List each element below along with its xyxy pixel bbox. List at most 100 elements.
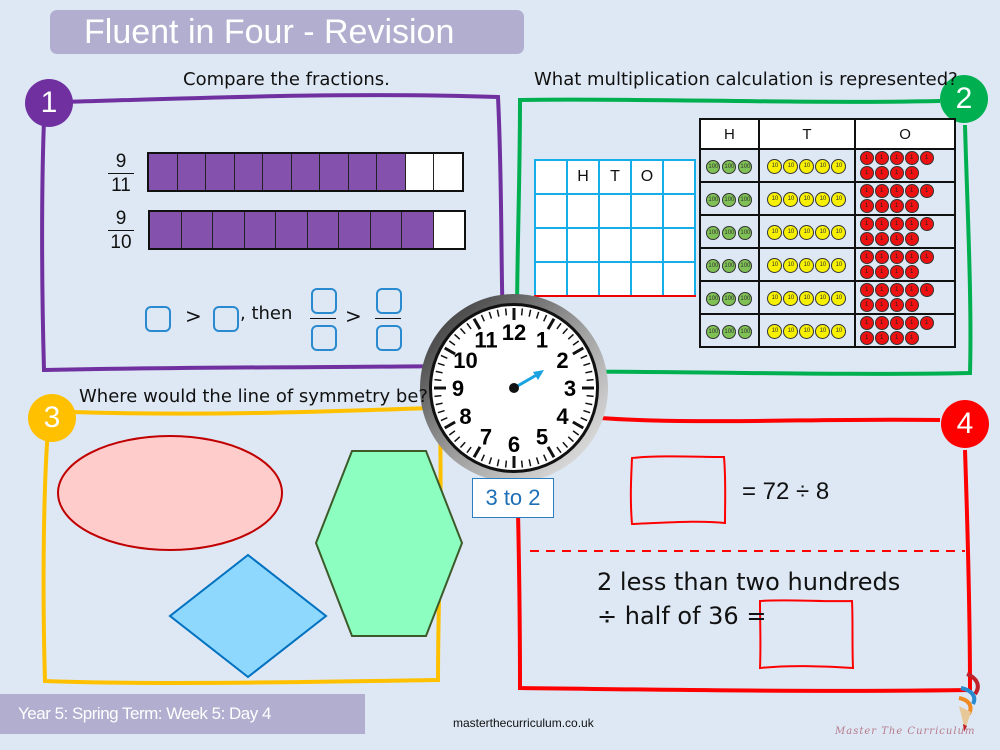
ten-counter: 10 [831,159,847,174]
tens-cell: 10 10 10 10 10 [757,313,857,348]
hundreds-cell: 100 100 100 [699,313,760,348]
fraction-1: 9 11 [108,151,134,196]
fraction-bar-model-1 [147,152,464,192]
greater-than-symbol-1: > [185,304,202,328]
q1-prompt: Compare the fractions. [183,69,390,90]
one-counter: 1 [889,166,904,180]
one-counter: 1 [889,331,904,345]
fraction-1-numerator: 9 [115,151,127,172]
hundreds-cell: 100 100 100 [699,148,760,183]
grid-cell[interactable] [662,227,696,263]
header-hundreds: H [699,118,760,150]
website-link[interactable]: masterthecurriculum.co.uk [453,716,594,730]
tens-cell: 10 10 10 10 10 [757,181,857,216]
blank-grid-answer-row [534,261,696,297]
grid-cell[interactable] [662,193,696,229]
hundred-counter: 100 [738,159,753,174]
hundreds-cell: 100 100 100 [699,247,760,282]
header-tens: T [757,118,857,150]
q3-number-badge: 3 [28,394,76,442]
hundred-counter: 100 [738,225,753,240]
place-value-row: 100 100 100 10 10 10 10 10 1 1 1 1 1 1 1 1 1 [699,313,956,348]
pencil-logo-icon [958,672,980,732]
shaded-part [291,154,321,190]
one-counter: 1 [874,184,889,198]
one-counter: 1 [889,199,904,213]
blank-grid-header [662,159,696,195]
q1-answer-box-a[interactable] [145,306,171,332]
grid-cell[interactable] [630,227,664,263]
one-counter: 1 [859,250,874,264]
tens-cell: 10 10 10 10 10 [757,280,857,315]
grid-cell[interactable] [598,261,632,297]
q1-denominator-box-b[interactable] [376,325,402,351]
fraction-2-numerator: 9 [115,208,127,229]
grid-cell[interactable] [534,227,568,263]
one-counter: 1 [904,184,919,198]
hundred-counter: 100 [706,291,721,306]
one-counter: 1 [859,232,874,246]
q1-answer-box-b[interactable] [213,306,239,332]
fraction-bar-model-2 [148,210,466,250]
grid-cell[interactable] [598,193,632,229]
one-counter: 1 [904,166,919,180]
hundreds-cell: 100 100 100 [699,214,760,249]
one-counter: 1 [859,265,874,279]
then-text: , then [240,303,293,324]
shaded-part [206,154,235,190]
grid-cell[interactable] [598,227,632,263]
grid-cell[interactable] [534,261,568,297]
ones-counters: 111111111 [859,151,939,181]
minute-tick [504,308,508,316]
one-counter: 1 [874,316,889,330]
hundred-counter: 100 [722,159,737,174]
one-counter: 1 [919,184,934,198]
grid-cell[interactable] [534,193,568,229]
one-counter: 1 [919,250,934,264]
grid-cell[interactable] [566,193,600,229]
one-counter: 1 [904,331,919,345]
one-counter: 1 [859,151,874,165]
ten-counter: 10 [831,291,847,306]
clock-number: 7 [480,424,492,449]
ten-counter: 10 [799,258,815,273]
q1-numerator-box-b[interactable] [376,288,402,314]
q4-answer-input-1[interactable] [632,458,725,524]
clock-number: 9 [452,376,464,401]
q1-numerator-box-a[interactable] [311,288,337,314]
grid-cell[interactable] [566,261,600,297]
place-value-row: 100 100 100 10 10 10 10 10 1 1 1 1 1 1 1 1 1 [699,280,956,315]
fraction-2-denominator: 10 [110,232,132,253]
grid-cell[interactable] [662,261,696,297]
minute-tick [520,460,524,468]
ten-counter: 10 [783,258,799,273]
shaded-part [402,212,434,248]
hundred-counter: 100 [722,291,737,306]
hundred-counter: 100 [706,324,721,339]
q4-line-2: ÷ half of 36 = [597,602,767,630]
one-counter: 1 [904,265,919,279]
shaded-part [263,154,292,190]
grid-cell[interactable] [566,227,600,263]
hundreds-cell: 100 100 100 [699,181,760,216]
fraction-2: 9 10 [108,208,134,253]
one-counter: 1 [919,217,934,231]
q4-answer-input-2[interactable] [760,601,853,668]
one-counter: 1 [874,331,889,345]
q4-line-1: 2 less than two hundreds [597,568,901,596]
one-counter: 1 [919,283,934,297]
one-counter: 1 [859,298,874,312]
ten-counter: 10 [831,225,847,240]
ten-counter: 10 [767,192,783,207]
one-counter: 1 [889,217,904,231]
q1-number-badge: 1 [25,79,73,127]
shaded-part [244,212,276,248]
hundred-counter: 100 [706,225,721,240]
minute-tick [504,460,508,468]
ten-counter: 10 [783,324,799,339]
grid-cell[interactable] [630,261,664,297]
ten-counter: 10 [815,291,831,306]
q1-denominator-box-a[interactable] [311,325,337,351]
one-counter: 1 [904,316,919,330]
grid-cell[interactable] [630,193,664,229]
